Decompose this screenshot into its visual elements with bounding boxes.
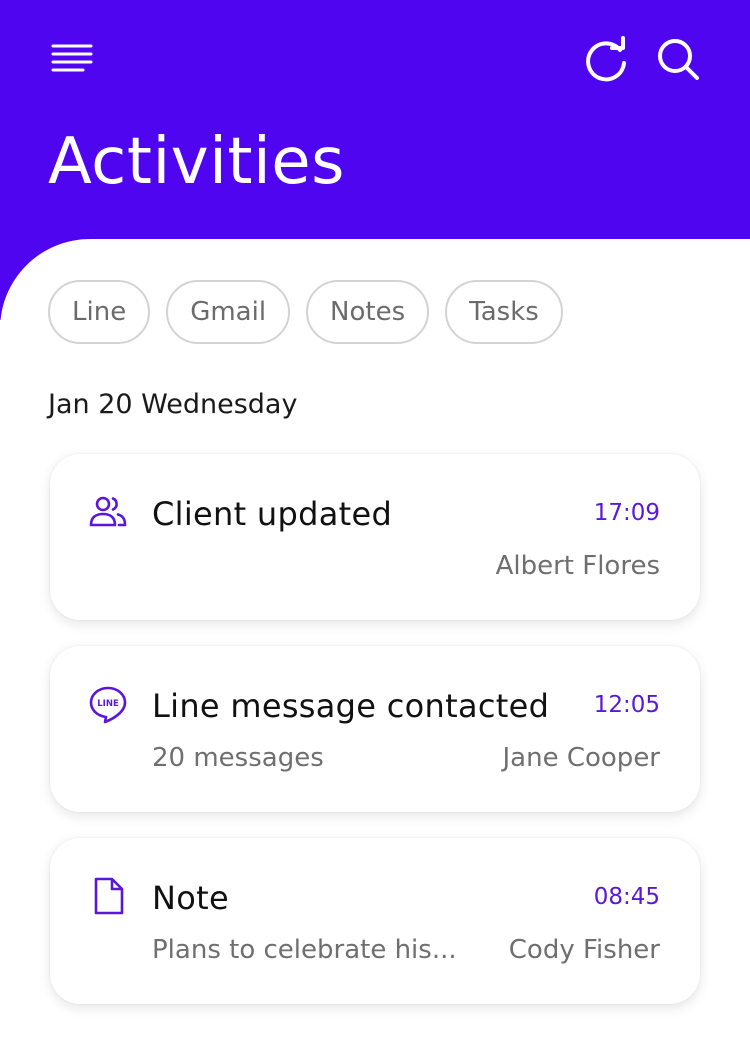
- activity-time: 08:45: [593, 884, 660, 910]
- activity-time: 12:05: [593, 692, 660, 718]
- note-icon: [94, 877, 124, 915]
- activity-subtitle: Plans to celebrate his...: [152, 935, 457, 965]
- activity-person: Jane Cooper: [502, 743, 661, 773]
- activity-title: Line message contacted: [152, 687, 550, 725]
- filter-chips: Line Gmail Notes Tasks: [48, 280, 563, 344]
- menu-icon: [51, 44, 93, 72]
- filter-chip-line[interactable]: Line: [48, 280, 151, 344]
- search-icon: [658, 39, 699, 80]
- line-chat-icon: LINE: [89, 686, 127, 724]
- activity-person: Albert Flores: [495, 551, 660, 581]
- page-title: Activities: [48, 125, 345, 199]
- activity-time: 17:09: [593, 500, 660, 526]
- activity-title: Note: [152, 879, 229, 917]
- activity-title: Client updated: [152, 495, 393, 533]
- date-header: Jan 20 Wednesday: [48, 389, 298, 420]
- menu-button[interactable]: [50, 42, 96, 78]
- activity-person: Cody Fisher: [508, 935, 660, 965]
- refresh-button[interactable]: [580, 36, 632, 84]
- filter-chip-tasks[interactable]: Tasks: [445, 280, 563, 344]
- line-logo-text: LINE: [97, 699, 119, 709]
- filter-chip-notes[interactable]: Notes: [306, 280, 430, 344]
- activity-card-note[interactable]: Note 08:45 Plans to celebrate his... Cod…: [50, 838, 700, 1004]
- activity-subtitle: 20 messages: [152, 743, 324, 773]
- search-button[interactable]: [654, 36, 704, 84]
- users-icon: [89, 496, 127, 527]
- filter-chip-gmail[interactable]: Gmail: [166, 280, 291, 344]
- activity-card-client-updated[interactable]: Client updated 17:09 Albert Flores: [50, 454, 700, 620]
- activity-card-line-message[interactable]: LINE Line message contacted 12:05 20 mes…: [50, 646, 700, 812]
- refresh-icon: [586, 36, 626, 82]
